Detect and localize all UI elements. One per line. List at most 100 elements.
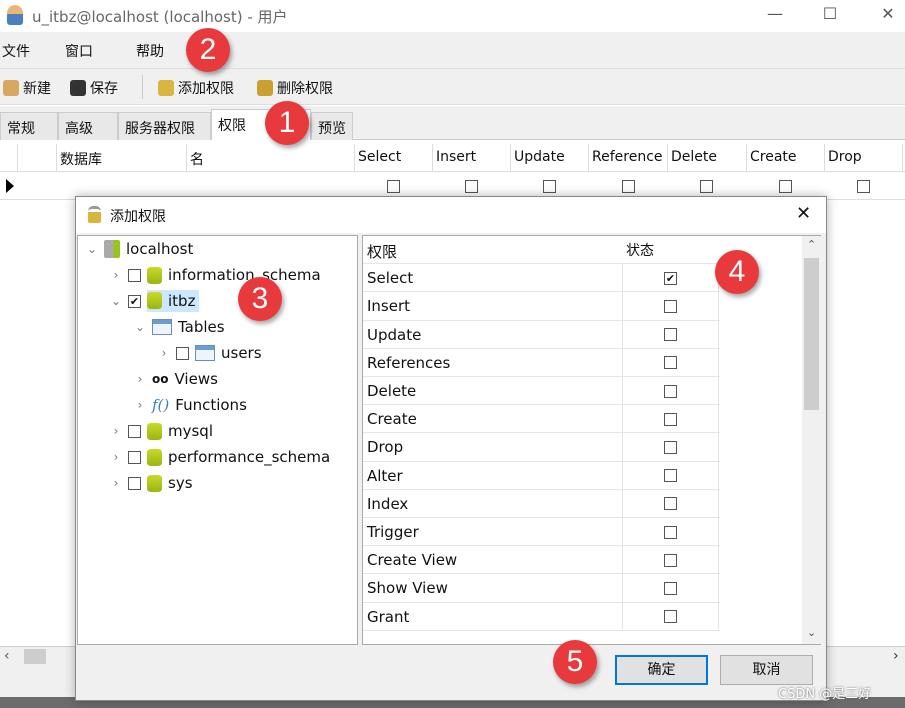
dialog-close-button[interactable]: ✕ [796, 203, 811, 224]
maximize-button[interactable]: ☐ [815, 4, 845, 26]
create-checkbox[interactable] [779, 180, 792, 193]
status-cell [622, 461, 719, 490]
tab-general[interactable]: 常规 [0, 112, 58, 140]
privilege-row[interactable]: Select ✔ [363, 264, 720, 293]
checkbox[interactable] [664, 412, 677, 426]
database-icon [147, 422, 162, 440]
scroll-up-icon[interactable]: ⌃ [807, 238, 816, 251]
privilege-name: References [367, 353, 451, 372]
checkbox[interactable] [128, 450, 141, 464]
menu-window[interactable]: 窗口 [65, 41, 93, 61]
checkbox[interactable] [664, 469, 677, 483]
checkbox[interactable] [664, 328, 677, 342]
menu-help[interactable]: 帮助 [136, 41, 164, 61]
column-name[interactable]: 名 [187, 144, 355, 172]
privilege-row[interactable]: Grant [363, 602, 720, 631]
chevron-right-icon[interactable]: › [110, 476, 122, 490]
privilege-row[interactable]: Create [363, 405, 720, 434]
privilege-name: Alter [367, 466, 403, 485]
new-button[interactable]: 新建 [3, 78, 51, 98]
vertical-scrollbar[interactable]: ⌃ ⌄ [802, 236, 821, 644]
close-button[interactable]: ✕ [873, 4, 903, 26]
scroll-down-icon[interactable]: ⌄ [807, 626, 816, 639]
chevron-right-icon[interactable]: › [110, 424, 122, 438]
column-select[interactable]: Select [355, 144, 433, 172]
checkbox[interactable] [128, 268, 141, 282]
minimize-button[interactable]: — [760, 4, 790, 26]
reference-checkbox[interactable] [622, 180, 635, 193]
column-update[interactable]: Update [511, 144, 589, 172]
insert-checkbox[interactable] [465, 180, 478, 193]
tree-node-tables[interactable]: ⌄ Tables [134, 314, 225, 340]
delete-privilege-button[interactable]: 删除权限 [257, 78, 333, 98]
chevron-right-icon[interactable]: › [110, 450, 122, 464]
column-drop[interactable]: Drop [825, 144, 903, 172]
tab-server-privileges[interactable]: 服务器权限 [118, 112, 211, 140]
ok-button[interactable]: 确定 [615, 655, 708, 685]
privilege-row[interactable]: Alter [363, 461, 720, 490]
scroll-thumb[interactable] [804, 258, 819, 410]
chevron-right-icon[interactable]: › [134, 372, 146, 386]
chevron-down-icon[interactable]: ⌄ [134, 320, 146, 334]
checkbox[interactable] [664, 299, 677, 313]
tree-node-itbz[interactable]: ⌄ ✔ itbz [110, 288, 200, 314]
checkbox[interactable] [664, 356, 677, 370]
tree-node-information-schema[interactable]: › information_schema [110, 262, 321, 288]
privilege-row[interactable]: Create View [363, 546, 720, 575]
tab-advanced[interactable]: 高级 [58, 112, 118, 140]
tree-node-mysql[interactable]: › mysql [110, 418, 213, 444]
column-insert[interactable]: Insert [433, 144, 511, 172]
checkbox[interactable] [664, 440, 677, 454]
chevron-down-icon[interactable]: ⌄ [86, 242, 98, 256]
checkbox[interactable] [128, 476, 141, 490]
privilege-name: Grant [367, 607, 410, 626]
checkbox[interactable] [664, 497, 677, 511]
column-delete[interactable]: Delete [668, 144, 747, 172]
checkbox[interactable] [664, 581, 677, 595]
save-icon [70, 80, 86, 96]
tree-node-performance-schema[interactable]: › performance_schema [110, 444, 331, 470]
checkbox-checked[interactable]: ✔ [664, 271, 677, 285]
chevron-right-icon[interactable]: › [158, 346, 170, 360]
chevron-down-icon[interactable]: ⌄ [110, 294, 122, 308]
column-create[interactable]: Create [747, 144, 825, 172]
privilege-row[interactable]: Show View [363, 574, 720, 603]
scroll-left-icon[interactable]: ‹ [4, 648, 10, 664]
privilege-row[interactable]: Insert [363, 292, 720, 321]
menu-file[interactable]: 文件 [2, 41, 30, 61]
checkbox[interactable] [664, 525, 677, 539]
column-database[interactable]: 数据库 [57, 144, 187, 172]
save-button[interactable]: 保存 [70, 78, 118, 98]
drop-checkbox[interactable] [857, 180, 870, 193]
checkbox[interactable] [664, 384, 677, 398]
checkbox[interactable] [664, 553, 677, 567]
privilege-row[interactable]: Update [363, 320, 720, 349]
blank-column [18, 144, 57, 172]
privilege-row[interactable]: Delete [363, 377, 720, 406]
checkbox[interactable] [128, 424, 141, 438]
scroll-thumb[interactable] [24, 649, 46, 664]
checkbox-checked[interactable]: ✔ [128, 294, 141, 308]
privilege-row[interactable]: References [363, 348, 720, 377]
tree-node-views[interactable]: › oo Views [134, 366, 218, 392]
privilege-row[interactable]: Drop [363, 433, 720, 462]
add-privilege-button[interactable]: 添加权限 [158, 78, 234, 98]
delete-checkbox[interactable] [700, 180, 713, 193]
cancel-button[interactable]: 取消 [720, 655, 813, 685]
checkbox[interactable] [664, 610, 677, 624]
chevron-right-icon[interactable]: › [110, 268, 122, 282]
tree-node-users[interactable]: › users [158, 340, 262, 366]
tab-preview[interactable]: 预览 [311, 112, 353, 140]
select-checkbox[interactable] [387, 180, 400, 193]
update-checkbox[interactable] [543, 180, 556, 193]
status-cell [622, 320, 719, 349]
checkbox[interactable] [176, 346, 189, 360]
scroll-right-icon[interactable]: › [893, 648, 899, 664]
tree-node-localhost[interactable]: ⌄ localhost [86, 236, 193, 262]
privilege-row[interactable]: Index [363, 489, 720, 518]
column-reference[interactable]: Reference [589, 144, 668, 172]
privilege-row[interactable]: Trigger [363, 518, 720, 547]
tree-node-sys[interactable]: › sys [110, 470, 193, 496]
chevron-right-icon[interactable]: › [134, 398, 146, 412]
tree-node-functions[interactable]: › f() Functions [134, 392, 247, 418]
